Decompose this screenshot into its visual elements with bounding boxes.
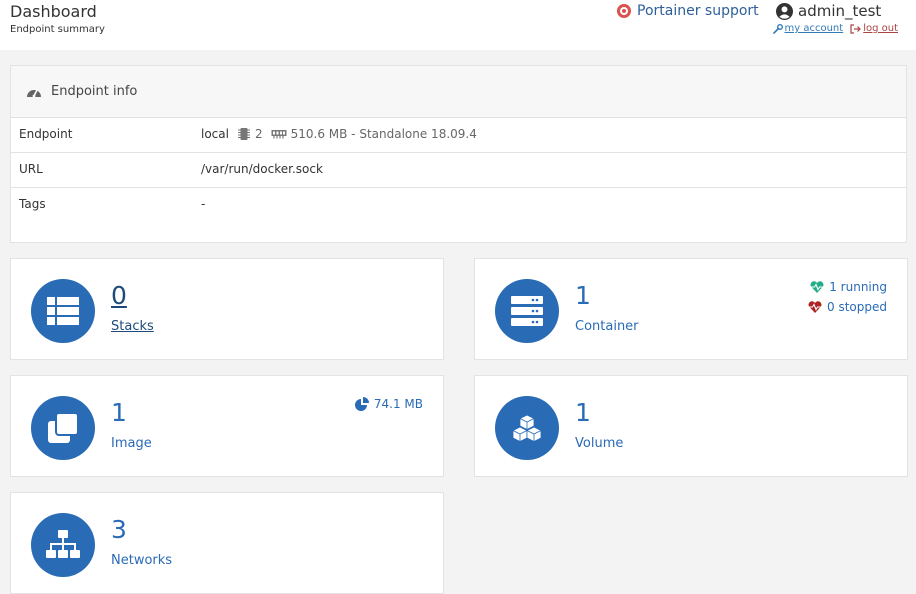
images-tile[interactable]: 1 Image 74.1 MB xyxy=(10,375,444,477)
page-header: Dashboard Endpoint summary Portainer sup… xyxy=(0,0,916,50)
containers-tile[interactable]: 1 Container 1 running 0 stopped xyxy=(474,258,908,360)
my-account-label: my account xyxy=(784,23,844,34)
portainer-support-link[interactable]: Portainer support xyxy=(617,3,759,19)
tile-icon-circle xyxy=(31,279,95,343)
user-circle-icon xyxy=(776,2,793,20)
images-size-value: 74.1 MB xyxy=(373,397,423,411)
info-row-tags: Tags - xyxy=(11,188,906,223)
clone-icon xyxy=(48,413,78,443)
containers-label: Container xyxy=(575,319,639,334)
networks-tile[interactable]: 3 Networks xyxy=(10,492,444,594)
stacks-tile[interactable]: 0 Stacks xyxy=(10,258,444,360)
info-row-url: URL /var/run/docker.sock xyxy=(11,153,906,188)
microchip-icon xyxy=(237,128,250,140)
user-links: my account log out xyxy=(772,23,898,34)
stopped-count: 0 stopped xyxy=(827,300,887,314)
stacks-count[interactable]: 0 xyxy=(111,281,127,310)
memory-icon xyxy=(271,130,287,139)
info-label: Tags xyxy=(19,197,46,211)
images-size: 74.1 MB xyxy=(354,397,423,411)
containers-count: 1 xyxy=(575,281,591,310)
stopped-status: 0 stopped xyxy=(808,300,887,314)
heartbeat-icon xyxy=(810,281,824,293)
info-value: - xyxy=(201,197,206,211)
server-icon xyxy=(511,296,543,326)
tile-icon-circle xyxy=(31,513,95,577)
networks-count: 3 xyxy=(111,515,127,544)
volumes-count: 1 xyxy=(575,398,591,427)
volumes-tile[interactable]: 1 Volume xyxy=(474,375,908,477)
life-ring-icon xyxy=(617,4,631,18)
username: admin_test xyxy=(798,2,882,20)
info-value: local 2 510.6 MB - Standalone 18.09.4 xyxy=(201,127,477,141)
th-list-icon xyxy=(47,297,79,325)
page-title: Dashboard xyxy=(10,2,97,21)
sitemap-icon xyxy=(46,530,80,558)
wrench-icon xyxy=(772,23,783,34)
cubes-icon xyxy=(512,414,542,442)
sign-out-icon xyxy=(850,23,862,34)
support-label: Portainer support xyxy=(637,3,759,19)
images-count: 1 xyxy=(111,398,127,427)
endpoint-info-header: Endpoint info xyxy=(11,66,906,118)
log-out-label: log out xyxy=(863,23,898,34)
user-info: admin_test xyxy=(776,2,881,20)
endpoint-info-panel: Endpoint info Endpoint local 2 510.6 MB … xyxy=(10,65,907,243)
info-row-endpoint: Endpoint local 2 510.6 MB - Standalone 1… xyxy=(11,118,906,153)
info-label: Endpoint xyxy=(19,127,73,141)
networks-label: Networks xyxy=(111,553,173,568)
images-label: Image xyxy=(111,436,152,451)
tile-icon-circle xyxy=(495,396,559,460)
tile-icon-circle xyxy=(495,279,559,343)
tachometer-icon xyxy=(27,88,41,97)
volumes-label: Volume xyxy=(575,436,624,451)
running-status: 1 running xyxy=(810,280,887,294)
heartbeat-icon xyxy=(808,301,822,313)
running-count: 1 running xyxy=(829,280,887,294)
pie-chart-icon xyxy=(354,397,369,411)
endpoint-name: local xyxy=(201,127,229,141)
page-subtitle: Endpoint summary xyxy=(10,24,105,35)
log-out-link[interactable]: log out xyxy=(850,23,898,34)
endpoint-info-title: Endpoint info xyxy=(51,84,138,99)
info-label: URL xyxy=(19,162,43,176)
stacks-label[interactable]: Stacks xyxy=(111,319,154,334)
info-value: /var/run/docker.sock xyxy=(201,162,323,176)
memory-info: 510.6 MB - Standalone 18.09.4 xyxy=(290,127,477,141)
cpu-count: 2 xyxy=(254,127,263,141)
my-account-link[interactable]: my account xyxy=(772,23,844,34)
tile-icon-circle xyxy=(31,396,95,460)
